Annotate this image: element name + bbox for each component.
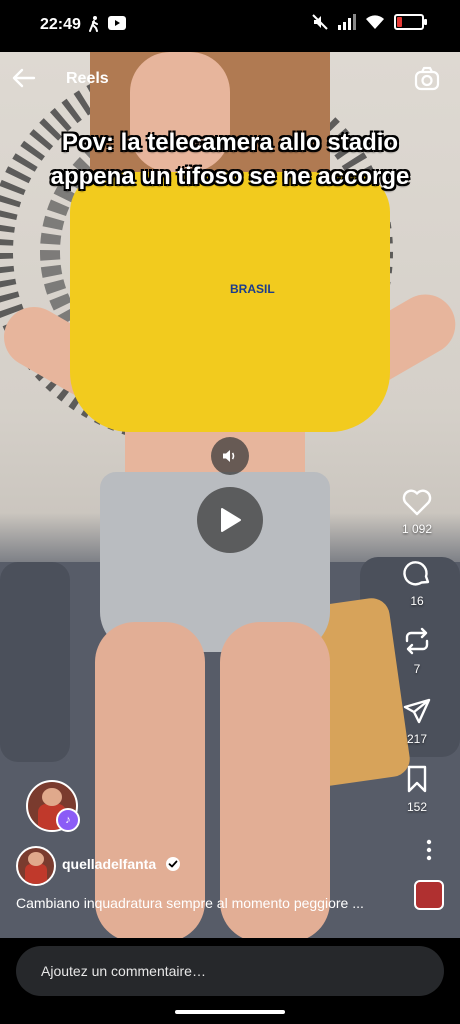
share-count: 217 xyxy=(406,732,428,746)
save-button[interactable]: 152 xyxy=(388,764,446,814)
repost-count: 7 xyxy=(413,662,421,676)
like-count: 1 092 xyxy=(401,522,433,536)
camera-icon[interactable] xyxy=(414,66,440,92)
home-indicator[interactable] xyxy=(175,1010,285,1014)
walking-icon xyxy=(89,16,98,32)
play-icon xyxy=(221,508,241,532)
signal-icon xyxy=(338,14,356,30)
verified-badge-icon xyxy=(166,857,180,871)
username[interactable]: quelladelfanta xyxy=(62,856,156,872)
play-button[interactable] xyxy=(197,487,263,553)
more-options-icon[interactable] xyxy=(424,838,434,862)
battery-icon xyxy=(394,14,427,30)
overlay-text-line-2: appena un tifoso se ne accorge xyxy=(50,163,410,190)
comment-bubble-icon xyxy=(403,561,430,586)
sound-toggle-button[interactable] xyxy=(211,437,249,475)
jersey-text: BRASIL xyxy=(230,282,275,296)
back-arrow-icon[interactable] xyxy=(10,64,38,92)
comment-button[interactable]: 16 xyxy=(388,558,446,608)
save-count: 152 xyxy=(406,800,428,814)
post-caption[interactable]: Cambiano inquadratura sempre al momento … xyxy=(16,895,396,911)
heart-icon xyxy=(402,489,432,516)
page-title: Reels xyxy=(66,70,109,87)
couch-cushion xyxy=(0,562,70,762)
comment-count: 16 xyxy=(410,594,424,608)
status-time: 22:49 xyxy=(40,16,81,33)
yellow-jersey: BRASIL xyxy=(70,172,390,432)
repost-button[interactable]: 7 xyxy=(388,626,446,676)
music-icon: ♪ xyxy=(56,808,80,832)
comment-input[interactable]: Ajoutez un commentaire… xyxy=(16,946,444,996)
repost-icon xyxy=(405,627,429,655)
avatar[interactable] xyxy=(16,846,56,886)
person-leg xyxy=(95,622,205,938)
like-button[interactable]: 1 092 xyxy=(388,488,446,536)
overlay-text-line-1: Pov: la telecamera allo stadio xyxy=(61,129,399,156)
send-icon xyxy=(403,698,431,724)
mute-status-icon xyxy=(312,14,328,30)
youtube-icon xyxy=(108,16,126,30)
speaker-icon xyxy=(223,450,235,462)
status-bar: 22:49 xyxy=(0,0,460,52)
share-button[interactable]: 217 xyxy=(388,696,446,746)
reel-overlay-text: Pov: la telecamera allo stadio appena un… xyxy=(0,126,460,194)
person-leg xyxy=(220,622,330,938)
wifi-icon xyxy=(366,15,384,29)
bookmark-icon xyxy=(407,765,427,793)
audio-track-thumbnail[interactable] xyxy=(414,880,444,910)
